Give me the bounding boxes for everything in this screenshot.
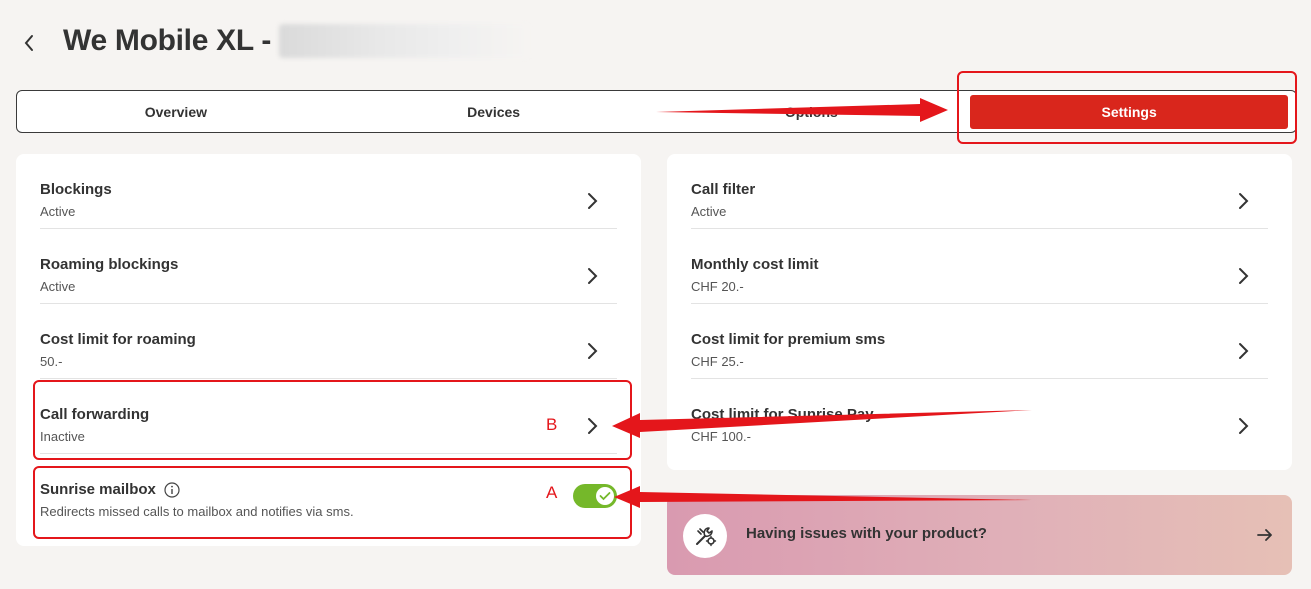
row-monthly-cost-limit[interactable]: Monthly cost limit CHF 20.- (691, 229, 1268, 304)
row-blockings[interactable]: Blockings Active (40, 154, 617, 229)
help-text: Having issues with your product? (746, 525, 987, 542)
tab-settings-active: Settings (970, 94, 1288, 129)
row-title: Cost limit for roaming (40, 331, 196, 348)
arrow-right-icon (1257, 529, 1272, 541)
tools-icon (696, 527, 717, 547)
page-title-text: We Mobile XL - (63, 24, 272, 57)
chevron-right-icon (1239, 343, 1249, 359)
tab-settings[interactable]: Settings (970, 91, 1296, 132)
toggle-knob (596, 487, 614, 505)
chevron-left-icon (24, 35, 33, 51)
chevron-right-icon (1239, 268, 1249, 284)
row-status: Active (40, 204, 76, 219)
tab-label: Options (784, 103, 838, 120)
row-title: Call filter (691, 181, 756, 198)
chevron-right-icon (588, 268, 598, 284)
row-value: CHF 20.- (691, 279, 744, 294)
row-title: Roaming blockings (40, 256, 179, 273)
page-title: We Mobile XL - (63, 24, 530, 58)
row-status: Active (691, 204, 727, 219)
row-value: CHF 25.- (691, 354, 744, 369)
annotation-label-b: B (546, 415, 558, 434)
row-cost-limit-roaming[interactable]: Cost limit for roaming 50.- (40, 304, 617, 379)
tab-overview[interactable]: Overview (17, 91, 335, 132)
row-status: Active (40, 279, 76, 294)
mailbox-toggle[interactable] (573, 484, 617, 508)
row-sunrise-mailbox: Sunrise mailbox Redirects missed calls t… (40, 454, 617, 529)
chevron-right-icon (588, 193, 598, 209)
row-title: Monthly cost limit (691, 256, 819, 273)
info-icon[interactable] (164, 482, 180, 498)
mailbox-title-text: Sunrise mailbox (40, 481, 156, 498)
row-value: CHF 100.- (691, 429, 751, 444)
mailbox-title: Sunrise mailbox (40, 481, 180, 498)
row-title: Cost limit for Sunrise Pay (691, 406, 874, 423)
tools-icon-wrap (683, 514, 727, 558)
chevron-right-icon (1239, 418, 1249, 434)
redacted-phone-number (279, 24, 530, 58)
row-status: Inactive (40, 429, 85, 444)
tab-label: Devices (467, 103, 521, 120)
row-cost-limit-sunrise-pay[interactable]: Cost limit for Sunrise Pay CHF 100.- (691, 379, 1268, 454)
mailbox-description: Redirects missed calls to mailbox and no… (40, 504, 354, 519)
tab-devices[interactable]: Devices (335, 91, 653, 132)
chevron-right-icon[interactable] (585, 416, 599, 436)
row-roaming-blockings[interactable]: Roaming blockings Active (40, 229, 617, 304)
chevron-right-icon (1239, 193, 1249, 209)
tab-label: Settings (1101, 103, 1157, 120)
row-value: 50.- (40, 354, 63, 369)
settings-card-right: Call filter Active Monthly cost limit CH… (667, 154, 1292, 470)
row-title: Call forwarding (40, 406, 150, 423)
help-banner[interactable]: Having issues with your product? (667, 495, 1292, 575)
row-cost-limit-premium-sms[interactable]: Cost limit for premium sms CHF 25.- (691, 304, 1268, 379)
chevron-right-icon (588, 343, 598, 359)
row-title: Cost limit for premium sms (691, 331, 886, 348)
row-call-forwarding[interactable]: Call forwarding Inactive (40, 379, 617, 454)
check-icon (599, 492, 611, 501)
tab-bar: Overview Devices Options Settings (16, 90, 1297, 133)
row-call-filter[interactable]: Call filter Active (691, 154, 1268, 229)
row-title: Blockings (40, 181, 112, 198)
tab-label: Overview (144, 103, 207, 120)
back-button[interactable] (16, 30, 42, 56)
tab-options[interactable]: Options (653, 91, 971, 132)
annotation-label-a: A (546, 483, 558, 502)
